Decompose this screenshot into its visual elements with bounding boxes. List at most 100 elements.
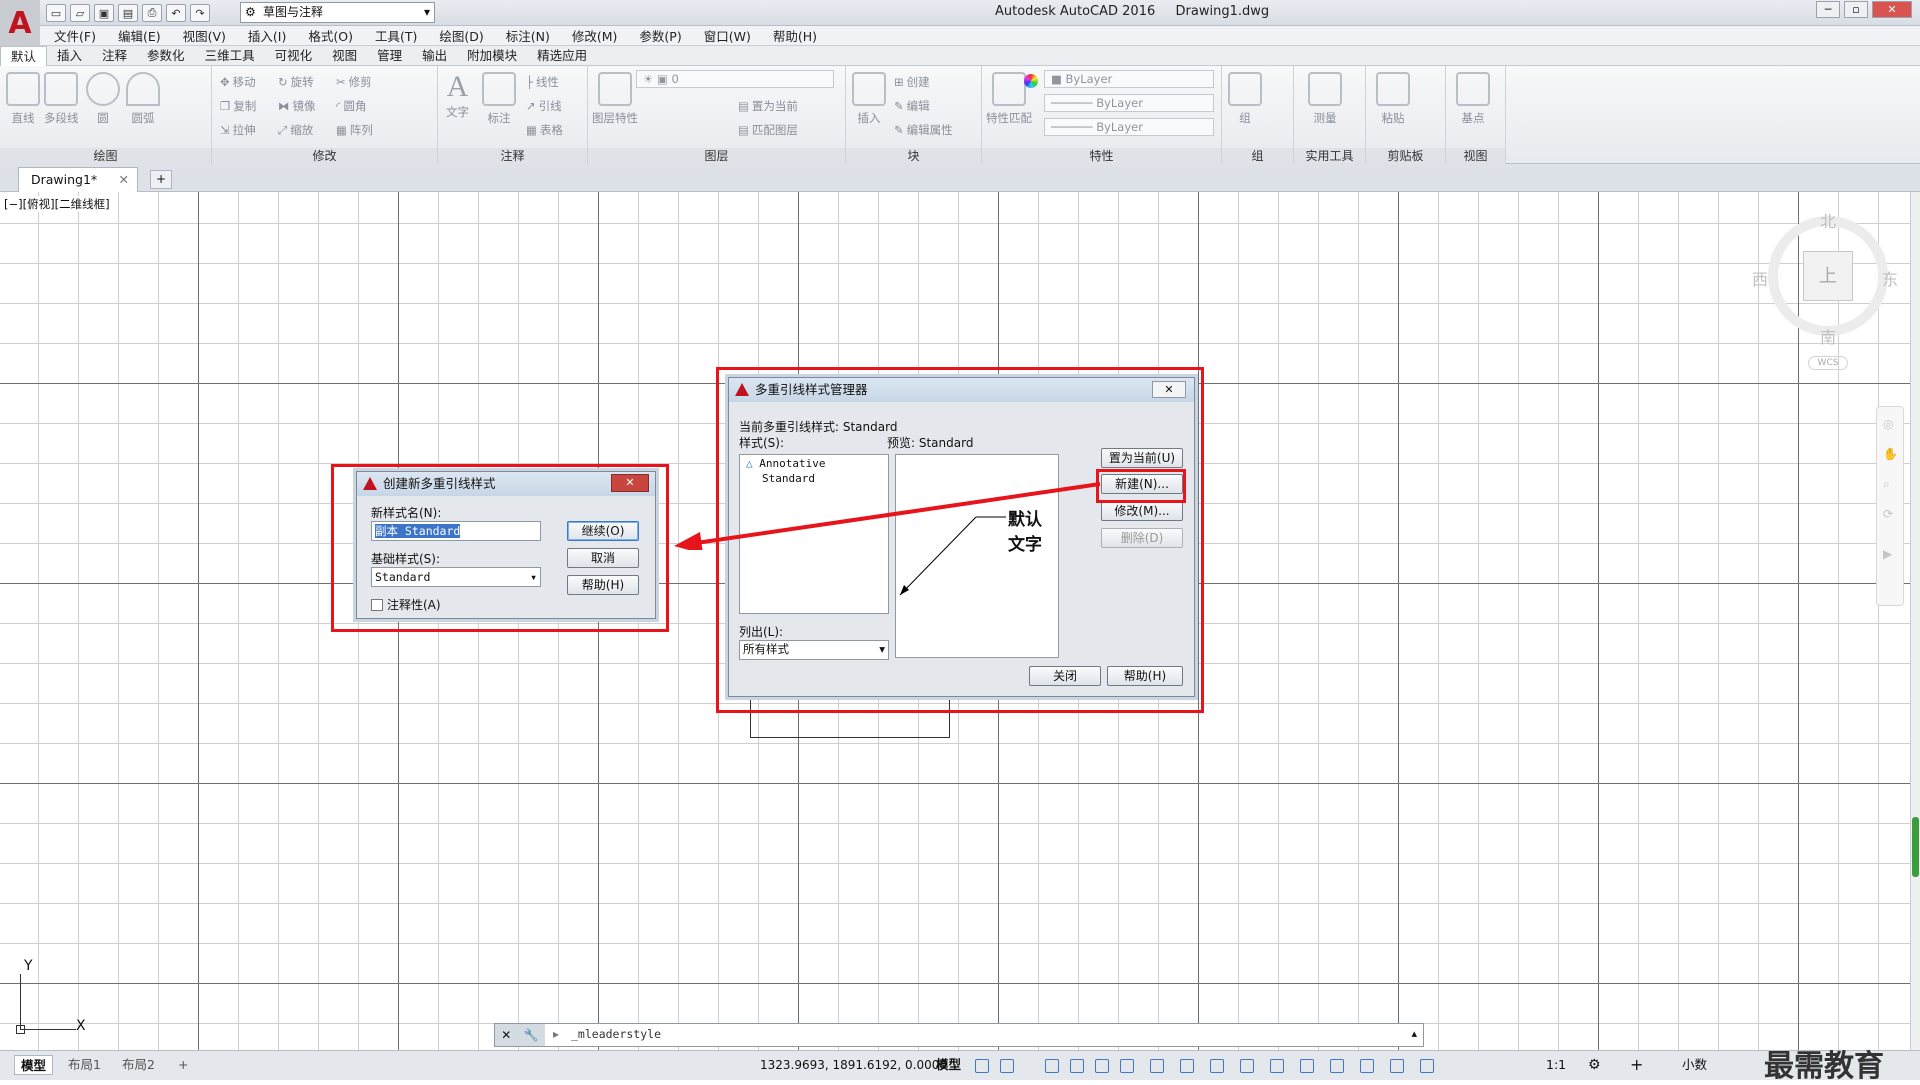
color-dropdown[interactable]: ■ ByLayer — [1044, 70, 1214, 88]
trim-tool[interactable]: ✂ 修剪 — [336, 74, 372, 90]
tab-3d-tools[interactable]: 三维工具 — [195, 46, 265, 66]
model-space-toggle[interactable]: 模型 — [930, 1055, 967, 1075]
wcs-menu[interactable]: WCS — [1808, 356, 1848, 370]
paste-tool[interactable]: 粘贴 — [1376, 72, 1410, 126]
menu-insert[interactable]: 插入(I) — [248, 26, 286, 45]
coordinates-readout[interactable]: 1323.9693, 1891.6192, 0.0000 — [754, 1055, 953, 1075]
annotation-scale-icon[interactable] — [1420, 1059, 1434, 1073]
menu-modify[interactable]: 修改(M) — [572, 26, 618, 45]
tab-addins[interactable]: 附加模块 — [457, 46, 527, 66]
line-tool[interactable]: 直线 — [6, 72, 40, 126]
ortho-icon[interactable] — [1045, 1059, 1059, 1073]
showmotion-icon[interactable]: ▶ — [1883, 547, 1892, 561]
annotation-visibility-icon[interactable] — [1390, 1059, 1404, 1073]
tab-parametric[interactable]: 参数化 — [137, 46, 195, 66]
utilities-panel-title[interactable]: 实用工具 — [1294, 148, 1365, 164]
edit-block-tool[interactable]: ✎ 编辑 — [894, 98, 930, 114]
document-tab[interactable]: Drawing1* ✕ — [18, 167, 138, 192]
layer-properties-tool[interactable]: 图层特性 — [592, 72, 638, 126]
match-layer-tool[interactable]: ▤ 匹配图层 — [738, 122, 798, 138]
insert-block-tool[interactable]: 插入 — [852, 72, 886, 126]
copy-tool[interactable]: ❐ 复制 — [220, 98, 256, 114]
tab-annotate[interactable]: 注释 — [92, 46, 137, 66]
vertical-scrollbar[interactable] — [1910, 192, 1920, 1050]
modify-panel-title[interactable]: 修改 — [212, 148, 437, 164]
leader-tool[interactable]: ↗ 引线 — [526, 98, 562, 114]
autocad-logo-icon[interactable]: A — [0, 0, 40, 46]
polyline-tool[interactable]: 多段线 — [44, 72, 79, 126]
edit-attributes-tool[interactable]: ✎ 编辑属性 — [894, 122, 953, 138]
viewcube-south[interactable]: 南 — [1820, 324, 1836, 348]
menu-format[interactable]: 格式(O) — [308, 26, 353, 45]
isodraft-icon[interactable] — [1095, 1059, 1109, 1073]
scrollbar-thumb[interactable] — [1912, 817, 1919, 877]
linetype-dropdown[interactable]: ────── ByLayer — [1044, 94, 1214, 112]
tab-layout2[interactable]: 布局2 — [116, 1055, 161, 1075]
print-icon[interactable]: ⎙ — [142, 4, 162, 22]
pan-icon[interactable]: ✋ — [1883, 447, 1898, 461]
tab-featured-apps[interactable]: 精选应用 — [527, 46, 597, 66]
tab-layout1[interactable]: 布局1 — [62, 1055, 107, 1075]
workspace-selector[interactable]: ⚙ 草图与注释 ▾ — [240, 2, 435, 23]
plus-icon[interactable]: + — [1630, 1055, 1643, 1074]
gizmo-icon[interactable] — [1360, 1059, 1374, 1073]
set-current-tool[interactable]: ▤ 置为当前 — [738, 98, 798, 114]
polar-icon[interactable] — [1070, 1059, 1084, 1073]
circle-tool[interactable]: 圆 — [86, 72, 120, 126]
zoom-icon[interactable]: ⌕ — [1883, 477, 1890, 492]
restore-button[interactable]: ▫ — [1844, 1, 1868, 18]
add-layout-button[interactable]: + — [172, 1055, 194, 1075]
units-display[interactable]: 小数 — [1676, 1055, 1713, 1075]
arc-tool[interactable]: 圆弧 — [126, 72, 160, 126]
measure-tool[interactable]: 测量 — [1308, 72, 1342, 126]
mirror-tool[interactable]: ⧓ 镜像 — [278, 98, 316, 114]
fillet-tool[interactable]: ◜ 圆角 — [336, 98, 366, 114]
menu-draw[interactable]: 绘图(D) — [439, 26, 483, 45]
menu-dimension[interactable]: 标注(N) — [506, 26, 550, 45]
annotation-panel-title[interactable]: 注释 — [438, 148, 587, 164]
text-tool[interactable]: A 文字 — [446, 70, 469, 120]
basepoint-tool[interactable]: 基点 — [1456, 72, 1490, 126]
object-snap-tracking-icon[interactable] — [1120, 1059, 1134, 1073]
redo-icon[interactable]: ↷ — [190, 4, 210, 22]
minimize-button[interactable]: ─ — [1816, 1, 1840, 18]
viewcube-top[interactable]: 上 — [1803, 251, 1853, 301]
gear-icon[interactable]: ⚙ — [1588, 1057, 1601, 1073]
tab-model[interactable]: 模型 — [14, 1055, 54, 1075]
tab-manage[interactable]: 管理 — [367, 46, 412, 66]
dynamic-ucs-icon[interactable] — [1180, 1059, 1194, 1073]
linear-tool[interactable]: ├ 线性 — [526, 74, 559, 90]
close-icon[interactable]: ✕ — [501, 1028, 511, 1042]
viewcube-west[interactable]: 西 — [1752, 266, 1768, 290]
save-as-icon[interactable]: ▤ — [118, 4, 138, 22]
menu-tools[interactable]: 工具(T) — [375, 26, 417, 45]
tab-output[interactable]: 输出 — [412, 46, 457, 66]
menu-window[interactable]: 窗口(W) — [704, 26, 751, 45]
rotate-tool[interactable]: ↻ 旋转 — [278, 74, 314, 90]
dimension-tool[interactable]: 标注 — [482, 72, 516, 126]
transparency-icon[interactable] — [1240, 1059, 1254, 1073]
grid-icon[interactable] — [975, 1059, 989, 1073]
layers-panel-title[interactable]: 图层 — [588, 148, 845, 164]
groups-panel-title[interactable]: 组 — [1222, 148, 1293, 164]
viewport-controls[interactable]: [−][俯视][二维线框] — [4, 196, 110, 212]
clipboard-panel-title[interactable]: 剪贴板 — [1366, 148, 1445, 164]
steering-wheel-icon[interactable]: ◎ — [1883, 417, 1893, 431]
block-panel-title[interactable]: 块 — [846, 148, 981, 164]
tab-visualize[interactable]: 可视化 — [265, 46, 323, 66]
viewcube-north[interactable]: 北 — [1820, 208, 1836, 232]
create-block-tool[interactable]: ⊞ 创建 — [894, 74, 930, 90]
tab-insert[interactable]: 插入 — [47, 46, 92, 66]
save-icon[interactable]: ▣ — [94, 4, 114, 22]
wrench-icon[interactable]: 🔧 — [524, 1028, 539, 1042]
layer-dropdown[interactable]: ☀ ▣ 0 — [636, 70, 834, 88]
new-file-icon[interactable]: ▭ — [46, 4, 66, 22]
dynamic-input-icon[interactable] — [1330, 1059, 1344, 1073]
viewcube[interactable]: 上 北 南 东 西 WCS — [1748, 206, 1908, 376]
snap-icon[interactable] — [1000, 1059, 1014, 1073]
draw-panel-title[interactable]: 绘图 — [0, 148, 211, 164]
lineweight-icon[interactable] — [1210, 1059, 1224, 1073]
viewcube-east[interactable]: 东 — [1882, 266, 1898, 290]
orbit-icon[interactable]: ⟳ — [1883, 507, 1893, 521]
undo-icon[interactable]: ↶ — [166, 4, 186, 22]
